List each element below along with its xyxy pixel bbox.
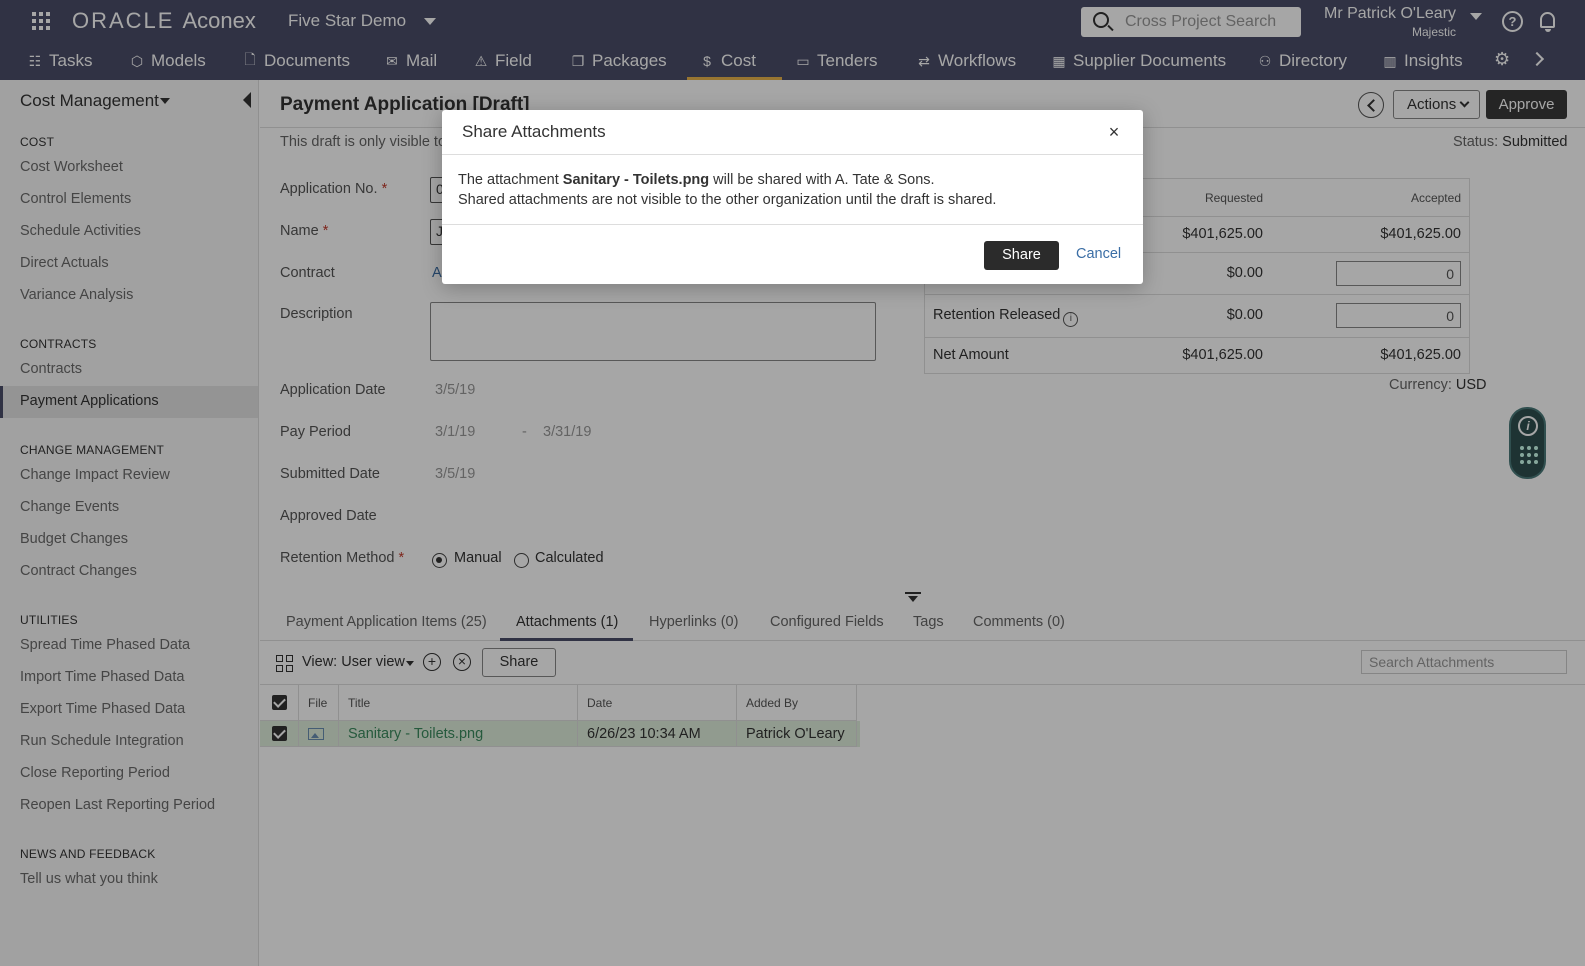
message-line-2: Shared attachments are not visible to th… — [458, 192, 997, 208]
message-text: The attachment — [458, 172, 563, 188]
share-attachments-dialog: Share Attachments × The attachment Sanit… — [442, 110, 1143, 284]
confirm-share-button[interactable]: Share — [984, 241, 1059, 270]
message-text: will be shared with A. Tate & Sons. — [709, 172, 935, 188]
message-line-1: The attachment Sanitary - Toilets.png wi… — [458, 170, 996, 190]
divider — [442, 224, 1143, 225]
attachment-name: Sanitary - Toilets.png — [562, 172, 710, 188]
modal-backdrop[interactable]: Share Attachments × The attachment Sanit… — [0, 0, 1585, 966]
cancel-button[interactable]: Cancel — [1076, 246, 1121, 262]
dialog-message: The attachment Sanitary - Toilets.png wi… — [458, 170, 996, 210]
close-icon[interactable]: × — [1104, 122, 1124, 142]
dialog-title: Share Attachments — [462, 122, 606, 141]
divider — [442, 154, 1143, 155]
